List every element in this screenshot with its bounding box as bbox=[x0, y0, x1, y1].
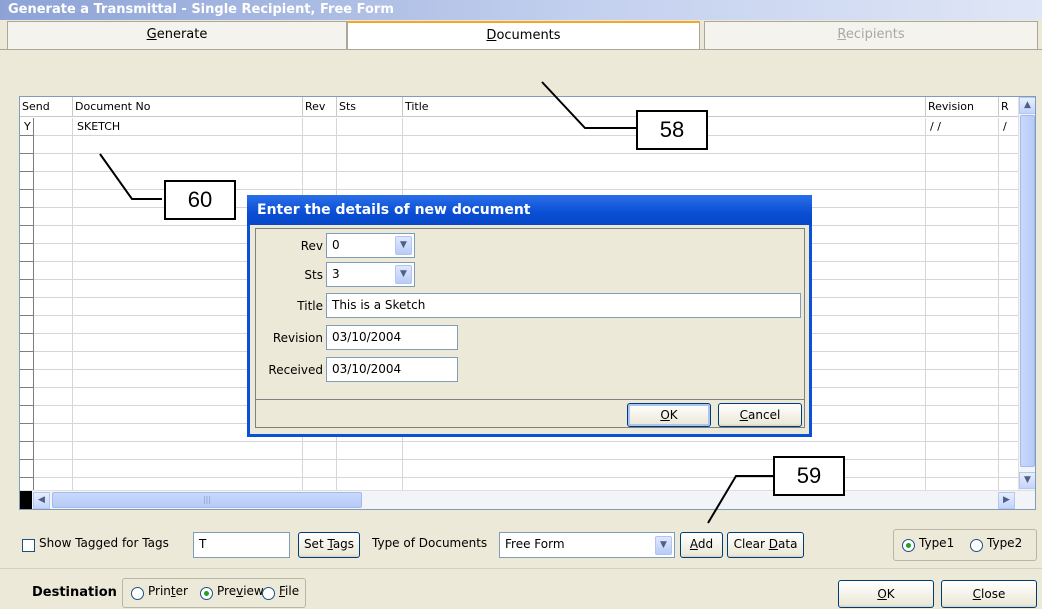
callout-leader-lines bbox=[99, 81, 775, 524]
callout-58: 58 bbox=[636, 110, 708, 150]
callout-59: 59 bbox=[773, 456, 845, 496]
callout-60: 60 bbox=[164, 180, 236, 220]
